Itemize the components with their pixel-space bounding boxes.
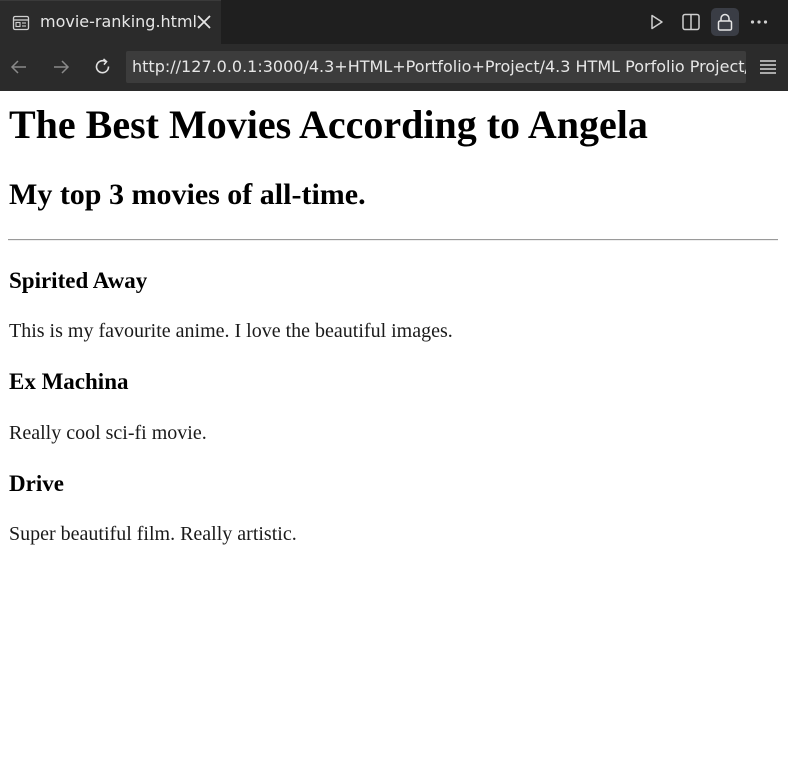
reload-icon[interactable] xyxy=(90,54,116,80)
split-editor-icon[interactable] xyxy=(677,8,705,36)
page-title: The Best Movies According to Angela xyxy=(9,102,648,147)
tab-title: movie-ranking.html xyxy=(40,12,197,31)
browser-nav-bar: http://127.0.0.1:3000/4.3+HTML+Portfolio… xyxy=(0,44,788,91)
movie-description: This is my favourite anime. I love the b… xyxy=(9,320,453,342)
divider xyxy=(8,239,778,241)
menu-icon[interactable] xyxy=(756,54,780,80)
editor-tab-bar: movie-ranking.html xyxy=(0,0,788,44)
close-icon[interactable] xyxy=(194,12,214,32)
tab-movie-ranking[interactable]: movie-ranking.html xyxy=(0,0,221,44)
movie-title: Spirited Away xyxy=(9,268,148,293)
lock-icon[interactable] xyxy=(711,8,739,36)
movie-title: Ex Machina xyxy=(9,369,129,394)
page-subtitle: My top 3 movies of all-time. xyxy=(9,178,366,211)
movie-description: Super beautiful film. Really artistic. xyxy=(9,523,297,545)
movie-description: Really cool sci-fi movie. xyxy=(9,422,207,444)
more-icon[interactable] xyxy=(745,8,773,36)
run-icon[interactable] xyxy=(642,8,670,36)
arrow-right-icon[interactable] xyxy=(48,54,74,80)
page-viewport: The Best Movies According to Angela My t… xyxy=(0,91,788,765)
url-text: http://127.0.0.1:3000/4.3+HTML+Portfolio… xyxy=(132,57,746,76)
movie-title: Drive xyxy=(9,471,64,496)
arrow-left-icon[interactable] xyxy=(6,54,32,80)
url-input[interactable]: http://127.0.0.1:3000/4.3+HTML+Portfolio… xyxy=(126,51,746,83)
preview-icon xyxy=(12,14,30,32)
